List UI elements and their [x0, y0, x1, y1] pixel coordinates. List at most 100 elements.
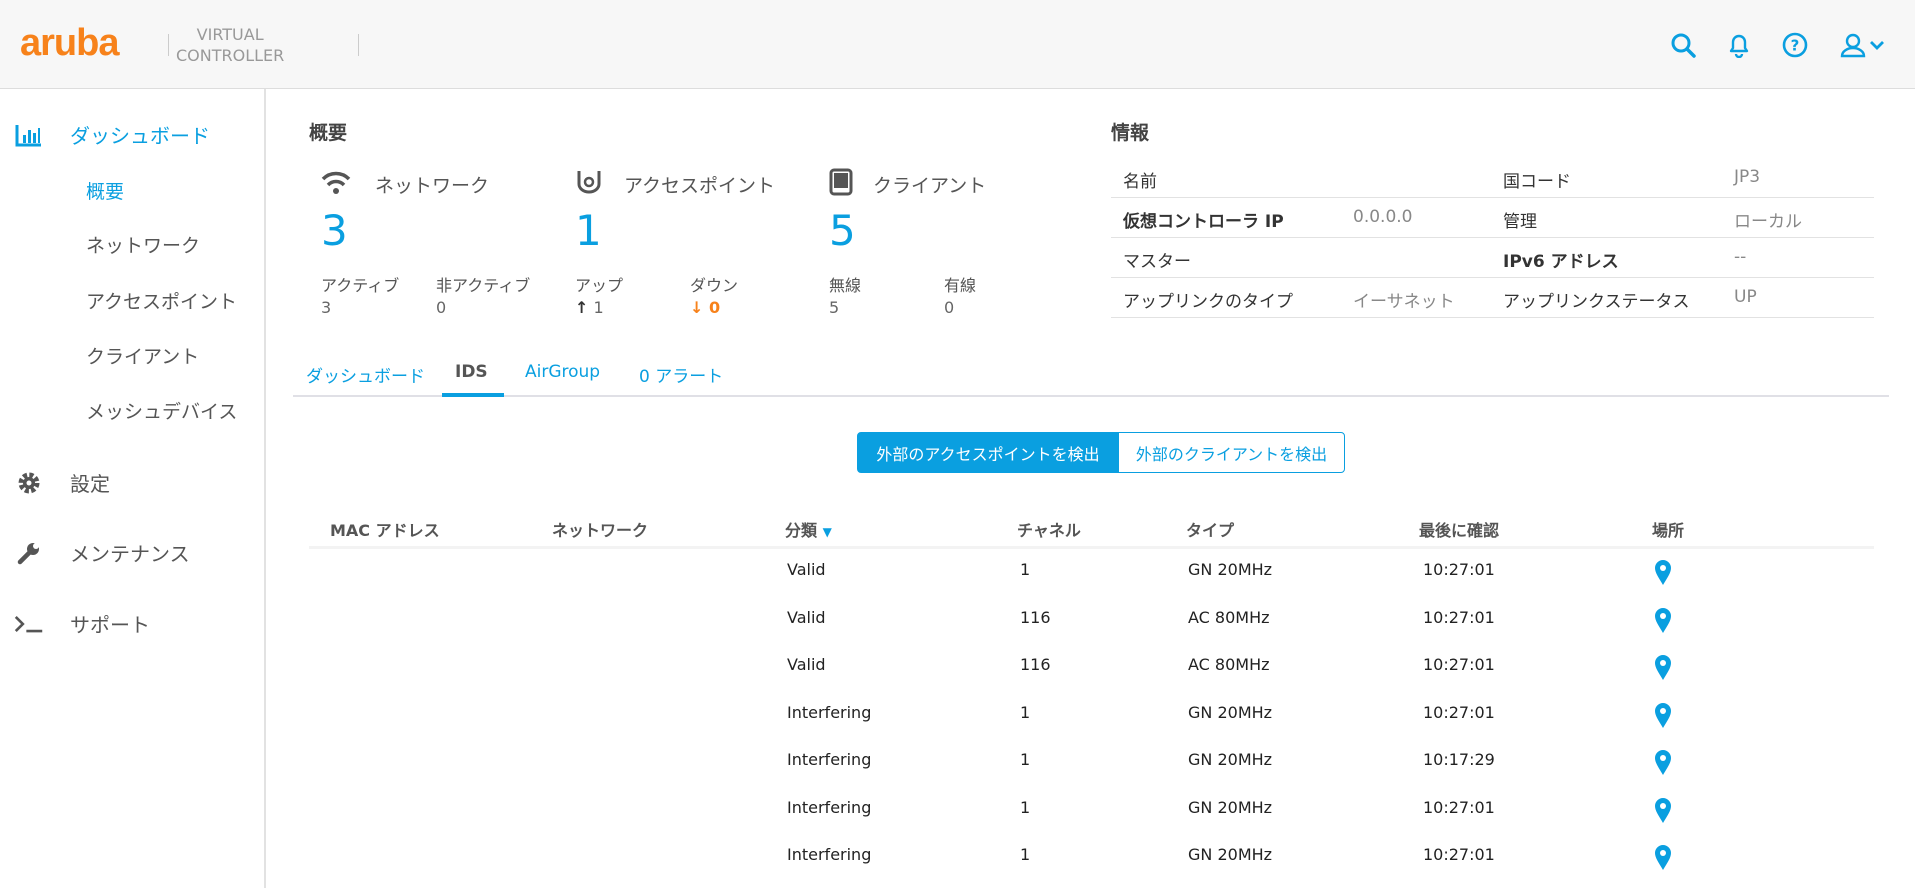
- product-name: VIRTUAL CONTROLLER: [176, 24, 284, 66]
- sidebar-item-maintenance[interactable]: メンテナンス: [14, 538, 190, 567]
- info-value: UP: [1734, 287, 1757, 307]
- location-pin-icon[interactable]: [1653, 558, 1673, 590]
- cell-type: GN 20MHz: [1188, 797, 1273, 817]
- bar-chart-icon: [14, 123, 44, 147]
- cell-type: AC 80MHz: [1188, 655, 1270, 674]
- column-network[interactable]: ネットワーク: [552, 517, 648, 541]
- column-channel[interactable]: チャネル: [1017, 517, 1081, 541]
- down-value: ↓ 0: [690, 298, 720, 317]
- network-count[interactable]: 3: [321, 206, 348, 255]
- cell-last: 10:27:01: [1423, 845, 1495, 864]
- info-key: 名前: [1123, 172, 1157, 192]
- inactive-label: 非アクティブ: [436, 276, 531, 295]
- cell-class: Interfering: [787, 702, 872, 722]
- column-last-seen[interactable]: 最後に確認: [1419, 517, 1499, 541]
- wifi-icon: [321, 170, 351, 200]
- gear-icon: [14, 470, 44, 496]
- divider: [168, 34, 169, 56]
- sidebar-item-label: サポート: [70, 613, 150, 637]
- info-row: 名前 国コード JP3: [1111, 158, 1874, 198]
- table-row[interactable]: [309, 645, 1874, 691]
- info-key: 管理: [1503, 212, 1537, 232]
- column-location[interactable]: 場所: [1652, 517, 1684, 541]
- header-divider: [309, 546, 1874, 549]
- column-label: 分類: [785, 521, 818, 540]
- info-key: アップリンクのタイプ: [1123, 292, 1293, 312]
- cell-last: 10:27:01: [1423, 607, 1495, 627]
- cell-class: Interfering: [787, 750, 872, 769]
- divider: [358, 34, 359, 56]
- tab-alerts[interactable]: 0 アラート: [639, 362, 723, 387]
- cell-class: Valid: [787, 655, 826, 674]
- inactive-value: 0: [436, 298, 447, 317]
- access-point-count[interactable]: 1: [575, 206, 602, 255]
- active-label: アクティブ: [321, 276, 400, 295]
- cell-channel: 116: [1020, 607, 1051, 627]
- sidebar-item-label: ダッシュボード: [70, 124, 210, 148]
- location-pin-icon[interactable]: [1653, 843, 1673, 875]
- tab-airgroup[interactable]: AirGroup: [525, 362, 600, 382]
- location-pin-icon[interactable]: [1653, 701, 1673, 733]
- location-pin-icon[interactable]: [1653, 796, 1673, 828]
- sidebar-item-dashboard[interactable]: ダッシュボード: [14, 120, 210, 149]
- info-value: ローカル: [1734, 212, 1802, 232]
- table-row[interactable]: [309, 550, 1874, 596]
- info-key: 国コード: [1503, 172, 1571, 192]
- column-mac[interactable]: MAC アドレス: [330, 517, 440, 541]
- down-count: 0: [708, 298, 721, 317]
- sidebar-item-clients[interactable]: クライアント: [86, 342, 199, 369]
- table-row[interactable]: [309, 693, 1874, 739]
- top-bar: aruba VIRTUAL CONTROLLER ?: [0, 0, 1915, 89]
- column-type[interactable]: タイプ: [1186, 517, 1234, 541]
- tab-dashboard[interactable]: ダッシュボード: [306, 362, 425, 387]
- sidebar-item-network[interactable]: ネットワーク: [86, 231, 200, 258]
- table-row[interactable]: [309, 740, 1874, 786]
- sidebar-item-label: メンテナンス: [70, 542, 190, 566]
- sidebar-item-access-points[interactable]: アクセスポイント: [86, 287, 237, 314]
- overview-title: 概要: [309, 122, 348, 144]
- search-icon[interactable]: [1668, 30, 1698, 60]
- info-value: イーサネット: [1353, 292, 1455, 312]
- cell-type: GN 20MHz: [1188, 702, 1273, 722]
- detect-external-client-button[interactable]: 外部のクライアントを検出: [1118, 432, 1345, 473]
- detect-external-ap-button[interactable]: 外部のアクセスポイントを検出: [857, 432, 1119, 473]
- cell-channel: 1: [1020, 560, 1031, 579]
- tab-ids[interactable]: IDS: [455, 362, 488, 382]
- sidebar-item-settings[interactable]: 設定: [14, 468, 110, 497]
- bell-icon[interactable]: [1724, 30, 1754, 60]
- info-key: マスター: [1123, 252, 1191, 272]
- info-row: マスター IPv6 アドレス --: [1111, 238, 1874, 278]
- cell-last: 10:27:01: [1423, 560, 1495, 579]
- cell-channel: 1: [1020, 702, 1031, 722]
- cell-last: 10:27:01: [1423, 797, 1495, 817]
- sidebar-item-support[interactable]: サポート: [14, 609, 150, 638]
- client-count[interactable]: 5: [829, 206, 856, 255]
- table-row[interactable]: [309, 788, 1874, 834]
- product-line1: VIRTUAL: [196, 25, 264, 44]
- access-point-label: アクセスポイント: [624, 175, 776, 197]
- table-row[interactable]: [309, 835, 1874, 881]
- terminal-icon: [14, 612, 44, 636]
- column-classification[interactable]: 分類 ▼: [785, 517, 832, 541]
- access-point-icon: [575, 168, 603, 200]
- info-value: 0.0.0.0: [1353, 207, 1413, 227]
- sidebar-item-mesh-devices[interactable]: メッシュデバイス: [86, 397, 237, 424]
- cell-channel: 1: [1020, 845, 1031, 864]
- info-row: アップリンクのタイプ イーサネット アップリンクステータス UP: [1111, 278, 1874, 318]
- user-menu[interactable]: [1836, 30, 1890, 60]
- cell-class: Interfering: [787, 797, 872, 817]
- active-value: 3: [321, 298, 332, 317]
- location-pin-icon[interactable]: [1653, 653, 1673, 685]
- cell-type: GN 20MHz: [1188, 560, 1273, 579]
- sidebar-item-overview[interactable]: 概要: [86, 177, 124, 204]
- location-pin-icon[interactable]: [1653, 606, 1673, 638]
- up-value: ↑ 1: [575, 298, 604, 317]
- help-icon[interactable]: ?: [1780, 30, 1810, 60]
- table-row[interactable]: [309, 598, 1874, 644]
- sidebar-item-label: 設定: [70, 472, 110, 496]
- info-key: IPv6 アドレス: [1503, 252, 1619, 272]
- tab-divider: [293, 395, 1889, 397]
- cell-class: Valid: [787, 607, 826, 627]
- location-pin-icon[interactable]: [1653, 748, 1673, 780]
- cell-class: Interfering: [787, 845, 872, 864]
